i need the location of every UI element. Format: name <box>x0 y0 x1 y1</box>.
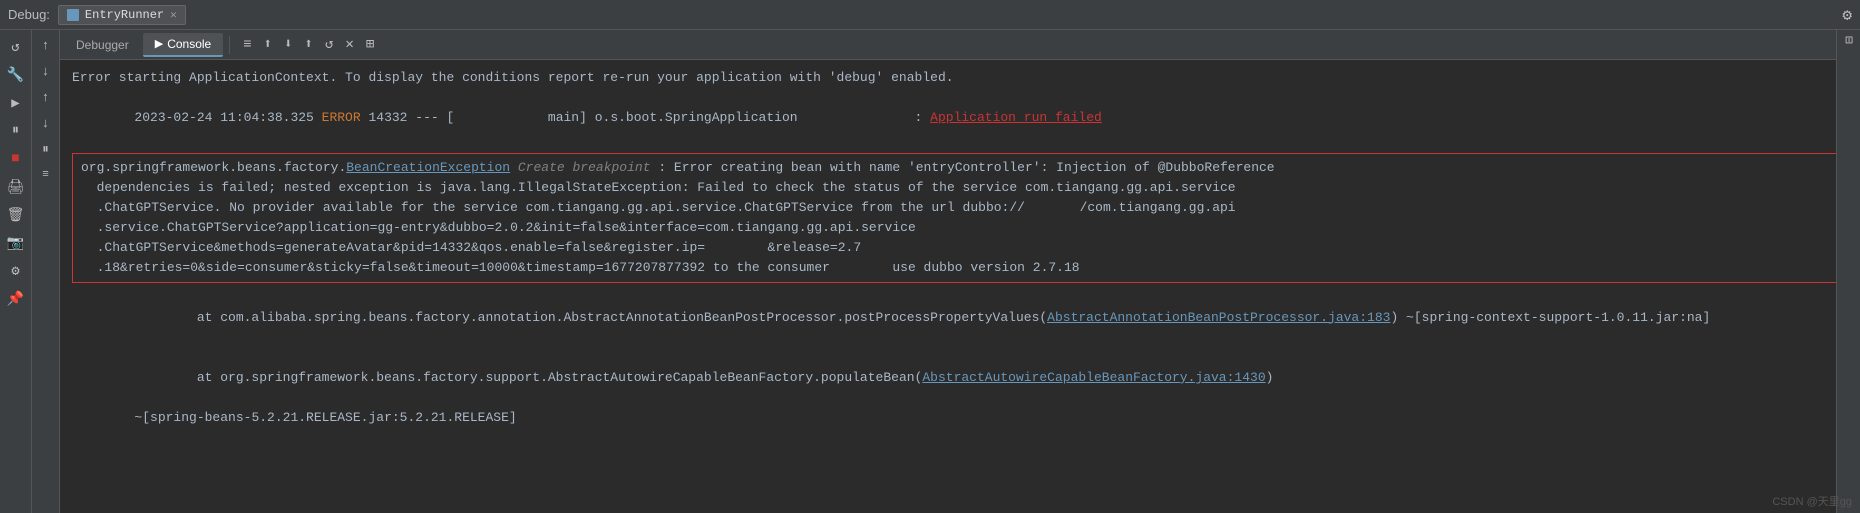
error-level-text: ERROR <box>322 110 361 125</box>
toolbar-close-icon[interactable]: ✕ <box>342 34 356 55</box>
debug-step-out-btn[interactable]: ↓ <box>35 112 57 134</box>
debug-label: Debug: <box>8 7 50 22</box>
error-box-line-5: .ChatGPTService&methods=generateAvatar&p… <box>81 238 1839 258</box>
error-box-line-1: org.springframework.beans.factory.BeanCr… <box>81 158 1839 178</box>
pid-text: 14332 --- [ main] o.s.boot.SpringApplica… <box>361 110 931 125</box>
right-panel-icon[interactable]: ⊟ <box>1841 36 1856 44</box>
sidebar-pause-icon[interactable]: ⏸ <box>2 118 30 144</box>
top-bar-left: Debug: EntryRunner ✕ <box>8 5 186 25</box>
error-box: org.springframework.beans.factory.BeanCr… <box>72 153 1848 284</box>
stack1-suffix: ) ~[spring-context-support-1.0.11.jar:na… <box>1390 310 1710 325</box>
timestamp-text: 2023-02-24 11:04:38.325 <box>134 110 321 125</box>
error-box-line-3: .ChatGPTService. No provider available f… <box>81 198 1839 218</box>
sidebar-print-icon[interactable]: 🖨 <box>2 174 30 200</box>
console-tab-icon: ▶ <box>155 37 163 50</box>
console-line-2: 2023-02-24 11:04:38.325 ERROR 14332 --- … <box>72 88 1848 148</box>
debug-pause-btn[interactable]: ⏸ <box>35 138 57 160</box>
sidebar-play-icon[interactable]: ▶ <box>2 90 30 116</box>
error-box-line1-suffix: : Error creating bean with name 'entryCo… <box>658 160 1274 175</box>
sidebar-pin-icon[interactable]: 📌 <box>2 286 30 312</box>
sidebar-refresh-icon[interactable]: ↺ <box>2 34 30 60</box>
watermark: CSDN @天里gg <box>1772 493 1852 509</box>
toolbar-grid-icon[interactable]: ⊞ <box>363 34 377 55</box>
console-line-1: Error starting ApplicationContext. To di… <box>72 68 1848 88</box>
console-tab-label: Console <box>167 37 211 51</box>
sidebar-settings-icon[interactable]: ⚙ <box>2 258 30 284</box>
debug-list-icon[interactable]: ≡ <box>35 164 57 186</box>
stack1-link[interactable]: AbstractAnnotationBeanPostProcessor.java… <box>1047 310 1390 325</box>
stack2-link[interactable]: AbstractAutowireCapableBeanFactory.java:… <box>922 370 1265 385</box>
toolbar-redo-icon[interactable]: ↺ <box>322 34 336 55</box>
tab-close-icon[interactable]: ✕ <box>170 8 177 22</box>
debug-down-btn[interactable]: ↓ <box>35 60 57 82</box>
toolbar-row: Debugger ▶ Console ≡ ⬆ ⬇ ⬆ ↺ ✕ ⊞ <box>60 30 1860 60</box>
sidebar-delete-icon[interactable]: 🗑 <box>2 202 30 228</box>
stack2-suffix: ) <box>1266 370 1274 385</box>
error-box-line-6: .18&retries=0&side=consumer&sticky=false… <box>81 258 1839 278</box>
toolbar-menu-icon[interactable]: ≡ <box>240 35 254 55</box>
stack-trace-line-2: at org.springframework.beans.factory.sup… <box>72 348 1848 408</box>
tab-icon <box>67 9 79 21</box>
tab-console[interactable]: ▶ Console <box>143 33 224 57</box>
gear-icon[interactable]: ⚙ <box>1842 7 1852 25</box>
stack-trace-line-1: at com.alibaba.spring.beans.factory.anno… <box>72 287 1848 347</box>
breakpoint-hint: Create breakpoint <box>510 160 658 175</box>
sidebar-wrench-icon[interactable]: 🔧 <box>2 62 30 88</box>
toolbar-up2-icon[interactable]: ⬆ <box>302 34 316 55</box>
left-sidebar: ↺ 🔧 ▶ ⏸ ■ 🖨 🗑 📷 ⚙ 📌 <box>0 30 32 513</box>
app-run-failed-text: Application run failed <box>930 110 1102 125</box>
tab-name: EntryRunner <box>85 8 164 22</box>
error-box-line-2: dependencies is failed; nested exception… <box>81 178 1839 198</box>
stack1-prefix: at com.alibaba.spring.beans.factory.anno… <box>134 310 1047 325</box>
sidebar-camera-icon[interactable]: 📷 <box>2 230 30 256</box>
settings-area: ⚙ <box>1842 5 1852 25</box>
exception-prefix: org.springframework.beans.factory. <box>81 160 346 175</box>
main-layout: ↺ 🔧 ▶ ⏸ ■ 🖨 🗑 📷 ⚙ 📌 ↑ ↓ ↑ ↓ ⏸ ≡ Debugger… <box>0 30 1860 513</box>
tab-debugger[interactable]: Debugger <box>64 34 141 56</box>
top-bar: Debug: EntryRunner ✕ ⚙ <box>0 0 1860 30</box>
toolbar-actions: ≡ ⬆ ⬇ ⬆ ↺ ✕ ⊞ <box>240 34 377 55</box>
toolbar-up-icon[interactable]: ⬆ <box>261 34 275 55</box>
debug-up-btn[interactable]: ↑ <box>35 34 57 56</box>
console-output: Error starting ApplicationContext. To di… <box>60 60 1860 513</box>
debug-controls: ↑ ↓ ↑ ↓ ⏸ ≡ <box>32 30 60 513</box>
right-collapse-panel: ⊟ <box>1836 30 1860 513</box>
content-area: Debugger ▶ Console ≡ ⬆ ⬇ ⬆ ↺ ✕ ⊞ Error s… <box>60 30 1860 513</box>
bean-creation-exception-link[interactable]: BeanCreationException <box>346 160 510 175</box>
sidebar-stop-icon[interactable]: ■ <box>2 146 30 172</box>
debug-step-into-btn[interactable]: ↑ <box>35 86 57 108</box>
error-box-line-4: .service.ChatGPTService?application=gg-e… <box>81 218 1839 238</box>
entry-runner-tab[interactable]: EntryRunner ✕ <box>58 5 186 25</box>
stack2-prefix: at org.springframework.beans.factory.sup… <box>134 370 922 385</box>
toolbar-separator-1 <box>229 36 230 54</box>
stack-trace-line-3: ~[spring-beans-5.2.21.RELEASE.jar:5.2.21… <box>72 408 1848 428</box>
toolbar-down-icon[interactable]: ⬇ <box>281 34 295 55</box>
